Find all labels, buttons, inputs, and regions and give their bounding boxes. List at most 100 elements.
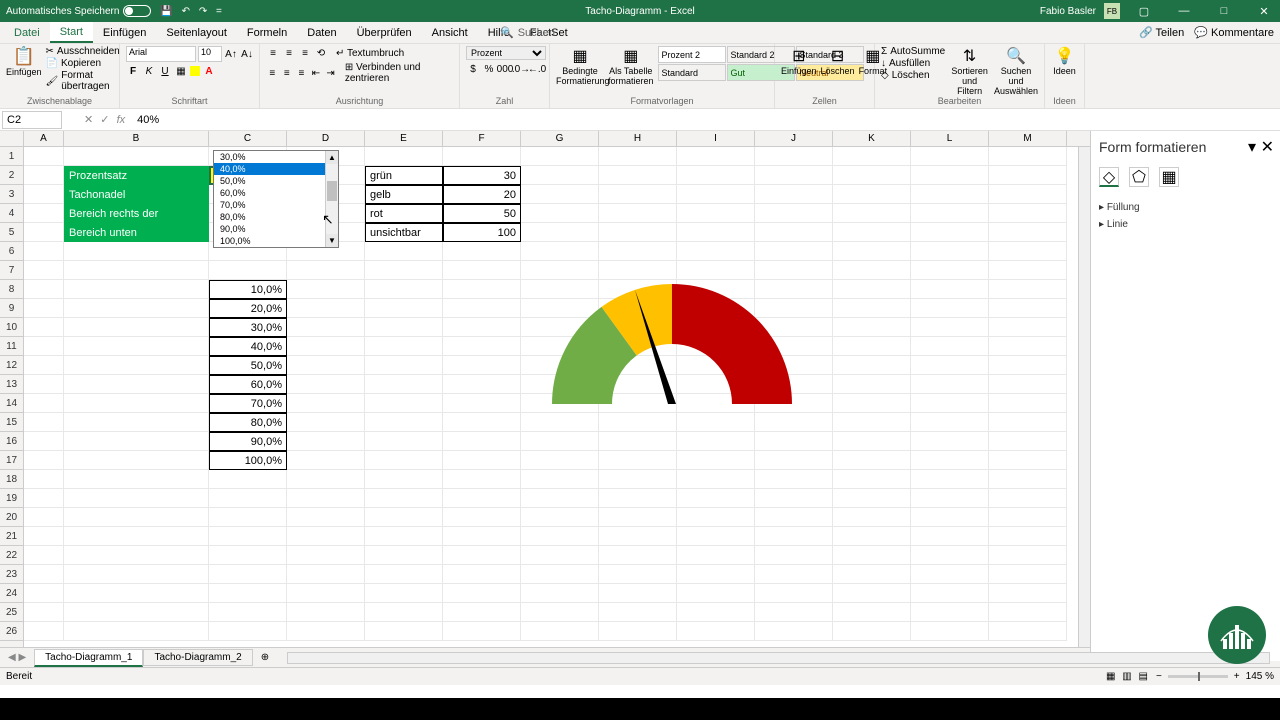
vertical-scrollbar[interactable] [1078, 147, 1090, 647]
effects-tab-icon[interactable]: ⬠ [1129, 167, 1149, 187]
align-left-icon[interactable]: ≡ [266, 66, 279, 80]
tab-formulas[interactable]: Formeln [237, 22, 297, 43]
col-header-A[interactable]: A [24, 131, 64, 146]
cell[interactable]: 80,0% [209, 413, 287, 432]
border-button[interactable]: ▦ [174, 64, 188, 78]
zoom-out-icon[interactable]: − [1156, 671, 1162, 682]
fx-icon[interactable]: fx [117, 114, 126, 126]
row-header-9[interactable]: 9 [0, 299, 23, 318]
zoom-level[interactable]: 145 % [1246, 671, 1274, 682]
italic-button[interactable]: K [142, 64, 156, 78]
cell[interactable]: 40,0% [209, 337, 287, 356]
scroll-thumb[interactable] [327, 181, 337, 201]
cell[interactable]: Bereich unten [64, 223, 209, 242]
cell[interactable]: 60,0% [209, 375, 287, 394]
sheet-tab-2[interactable]: Tacho-Diagramm_2 [143, 649, 252, 666]
zoom-in-icon[interactable]: + [1234, 671, 1240, 682]
format-painter-button[interactable]: 🖌Format übertragen [46, 70, 120, 92]
font-color-button[interactable]: A [202, 64, 216, 78]
col-header-G[interactable]: G [521, 131, 599, 146]
formula-input[interactable]: 40% [133, 114, 1280, 126]
increase-font-icon[interactable]: A↑ [224, 47, 238, 61]
cell[interactable]: Tachonadel [64, 185, 209, 204]
dropdown-item[interactable]: 30,0% [214, 151, 338, 163]
tab-insert[interactable]: Einfügen [93, 22, 156, 43]
panel-chevron-icon[interactable]: ▾ [1248, 137, 1256, 157]
row-header-25[interactable]: 25 [0, 603, 23, 622]
comments-button[interactable]: 💬 Kommentare [1194, 26, 1274, 39]
align-top-icon[interactable]: ≡ [266, 46, 280, 60]
cut-button[interactable]: ✂Ausschneiden [46, 46, 120, 57]
row-header-15[interactable]: 15 [0, 413, 23, 432]
cell[interactable]: 50 [443, 204, 521, 223]
row-header-16[interactable]: 16 [0, 432, 23, 451]
copy-button[interactable]: 📄Kopieren [46, 58, 120, 69]
underline-button[interactable]: U [158, 64, 172, 78]
tab-data[interactable]: Daten [297, 22, 346, 43]
align-center-icon[interactable]: ≡ [281, 66, 294, 80]
percent-icon[interactable]: % [482, 62, 496, 76]
find-select-button[interactable]: 🔍Suchen und Auswählen [994, 46, 1038, 96]
row-header-21[interactable]: 21 [0, 527, 23, 546]
row-header-4[interactable]: 4 [0, 204, 23, 223]
user-name[interactable]: Fabio Basler [1040, 6, 1096, 17]
tab-start[interactable]: Start [50, 22, 93, 43]
cell[interactable]: 50,0% [209, 356, 287, 375]
autosave-toggle[interactable]: Automatisches Speichern [6, 5, 151, 17]
align-middle-icon[interactable]: ≡ [282, 46, 296, 60]
share-button[interactable]: 🔗 Teilen [1139, 26, 1184, 39]
cell[interactable]: 20,0% [209, 299, 287, 318]
row-header-6[interactable]: 6 [0, 242, 23, 261]
undo-icon[interactable]: ↶ [182, 6, 190, 17]
fill-section[interactable]: ▸ Füllung [1099, 199, 1272, 216]
col-header-K[interactable]: K [833, 131, 911, 146]
sheet-nav-icons[interactable]: ◀ ▶ [0, 652, 34, 663]
style-prozent2[interactable]: Prozent 2 [658, 46, 726, 63]
save-icon[interactable]: 💾 [160, 6, 172, 17]
zoom-slider[interactable] [1168, 675, 1228, 678]
clear-button[interactable]: ◇ Löschen [881, 70, 945, 81]
col-header-I[interactable]: I [677, 131, 755, 146]
sort-filter-button[interactable]: ⇅Sortieren und Filtern [949, 46, 990, 96]
dropdown-item[interactable]: 80,0% [214, 211, 338, 223]
delete-cells-button[interactable]: ⊟Löschen [821, 46, 855, 76]
indent-increase-icon[interactable]: ⇥ [324, 66, 337, 80]
fill-line-tab-icon[interactable]: ◇ [1099, 167, 1119, 187]
comma-icon[interactable]: 000 [498, 62, 512, 76]
cell[interactable]: 70,0% [209, 394, 287, 413]
decrease-decimal-icon[interactable]: ←.0 [530, 62, 544, 76]
fill-color-button[interactable] [190, 66, 200, 76]
row-header-23[interactable]: 23 [0, 565, 23, 584]
orientation-icon[interactable]: ⟲ [314, 46, 328, 60]
col-header-L[interactable]: L [911, 131, 989, 146]
row-header-13[interactable]: 13 [0, 375, 23, 394]
conditional-format-button[interactable]: ▦ Bedingte Formatierung [556, 46, 604, 86]
cell[interactable]: grün [365, 166, 443, 185]
redo-icon[interactable]: ↷ [199, 6, 207, 17]
col-header-C[interactable]: C [209, 131, 287, 146]
dropdown-item[interactable]: 70,0% [214, 199, 338, 211]
align-right-icon[interactable]: ≡ [295, 66, 308, 80]
row-header-22[interactable]: 22 [0, 546, 23, 565]
increase-decimal-icon[interactable]: .0→ [514, 62, 528, 76]
cell[interactable]: Bereich rechts der [64, 204, 209, 223]
paste-button[interactable]: 📋 Einfügen [6, 46, 42, 77]
format-table-button[interactable]: ▦ Als Tabelle formatieren [608, 46, 654, 86]
number-format-select[interactable]: Prozent [466, 46, 546, 60]
row-header-19[interactable]: 19 [0, 489, 23, 508]
cell[interactable]: 90,0% [209, 432, 287, 451]
tab-layout[interactable]: Seitenlayout [156, 22, 237, 43]
quick-access-toolbar[interactable]: 💾 ↶ ↷ = [157, 6, 224, 17]
cell[interactable]: gelb [365, 185, 443, 204]
accept-formula-icon[interactable]: ✓ [100, 114, 109, 126]
line-section[interactable]: ▸ Linie [1099, 216, 1272, 233]
panel-close-icon[interactable]: ✕ [1261, 137, 1274, 157]
insert-cells-button[interactable]: ⊞Einfügen [781, 46, 817, 76]
tab-review[interactable]: Überprüfen [347, 22, 422, 43]
cell[interactable]: 100 [443, 223, 521, 242]
dropdown-item[interactable]: 40,0% [214, 163, 338, 175]
font-size-select[interactable]: 10 [198, 46, 222, 62]
col-header-B[interactable]: B [64, 131, 209, 146]
merge-button[interactable]: ⊞ Verbinden und zentrieren [345, 62, 453, 84]
row-header-11[interactable]: 11 [0, 337, 23, 356]
